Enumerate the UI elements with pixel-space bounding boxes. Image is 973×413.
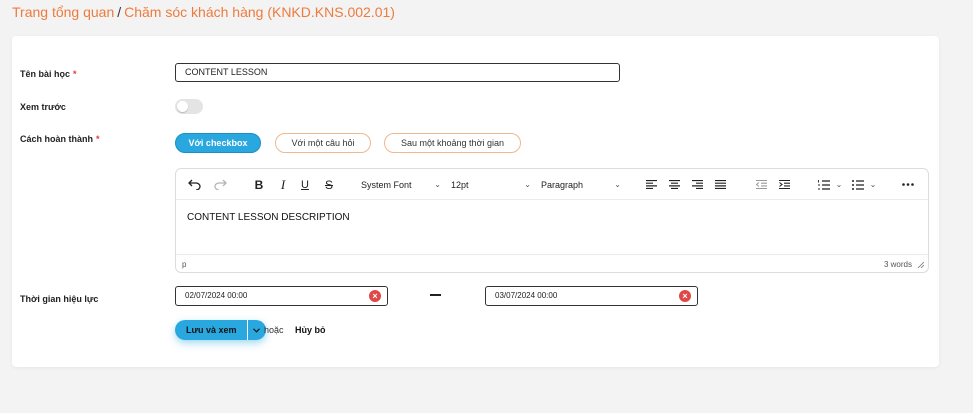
required-mark: * (96, 134, 100, 144)
breadcrumb-separator: / (117, 4, 122, 20)
resize-grip-icon[interactable] (917, 261, 924, 268)
chevron-down-icon (253, 327, 260, 333)
date-range-separator (430, 294, 441, 296)
lesson-name-input[interactable]: CONTENT LESSON (175, 63, 620, 82)
completion-option-question[interactable]: Với một câu hỏi (275, 133, 371, 153)
undo-icon[interactable] (186, 176, 202, 193)
outdent-icon[interactable] (754, 176, 768, 193)
end-date-input[interactable]: 03/07/2024 00:00 × (485, 286, 698, 306)
completion-label: Cách hoàn thành * (20, 134, 100, 144)
font-size-value: 12pt (451, 179, 469, 190)
block-format-value: Paragraph (541, 179, 584, 190)
rich-text-editor: B I U S System Font ⌄ 12pt ⌄ Paragraph ⌄ (175, 168, 929, 273)
clear-icon[interactable]: × (679, 290, 691, 302)
preview-toggle[interactable] (175, 99, 203, 114)
block-format-dropdown[interactable]: Paragraph ⌄ (541, 176, 621, 193)
font-family-dropdown[interactable]: System Font ⌄ (361, 176, 441, 193)
align-center-icon[interactable] (667, 176, 681, 193)
start-date-value: 02/07/2024 00:00 (185, 291, 248, 300)
or-text: hoặc (264, 325, 284, 335)
redo-icon[interactable] (212, 176, 228, 193)
chevron-down-icon[interactable]: ⌄ (834, 176, 844, 193)
align-right-icon[interactable] (690, 176, 704, 193)
breadcrumb-home-link[interactable]: Trang tổng quan (12, 4, 114, 20)
breadcrumb: Trang tổng quan / Chăm sóc khách hàng (KNK… (12, 4, 395, 20)
clear-icon[interactable]: × (369, 290, 381, 302)
toggle-knob (177, 101, 188, 112)
chevron-down-icon: ⌄ (614, 180, 621, 189)
end-date-value: 03/07/2024 00:00 (495, 291, 558, 300)
lesson-name-label-text: Tên bài học (20, 69, 71, 79)
indent-icon[interactable] (777, 176, 791, 193)
cancel-link[interactable]: Hủy bỏ (295, 325, 326, 335)
editor-toolbar: B I U S System Font ⌄ 12pt ⌄ Paragraph ⌄ (176, 169, 928, 200)
validity-label: Thời gian hiệu lực (20, 294, 99, 304)
font-size-dropdown[interactable]: 12pt ⌄ (451, 176, 531, 193)
completion-option-time[interactable]: Sau một khoảng thời gian (384, 133, 521, 153)
required-mark: * (73, 69, 77, 79)
completion-option-checkbox[interactable]: Với checkbox (175, 133, 261, 153)
strikethrough-icon[interactable]: S (321, 176, 337, 193)
save-options-dropdown[interactable] (246, 320, 266, 340)
bold-icon[interactable]: B (251, 176, 267, 193)
chevron-down-icon: ⌄ (524, 180, 531, 189)
numbered-list-icon[interactable] (817, 176, 831, 193)
align-justify-icon[interactable] (713, 176, 727, 193)
completion-label-text: Cách hoàn thành (20, 134, 94, 144)
chevron-down-icon: ⌄ (434, 180, 441, 189)
lesson-name-label: Tên bài học * (20, 69, 77, 79)
start-date-input[interactable]: 02/07/2024 00:00 × (175, 286, 388, 306)
preview-label: Xem trước (20, 102, 66, 112)
font-family-value: System Font (361, 179, 412, 190)
save-and-view-button[interactable]: Lưu và xem (175, 320, 247, 340)
save-button-group: Lưu và xem (175, 320, 266, 340)
align-left-icon[interactable] (644, 176, 658, 193)
word-count[interactable]: 3 words (884, 260, 912, 269)
editor-content[interactable]: CONTENT LESSON DESCRIPTION (187, 212, 350, 223)
breadcrumb-current[interactable]: Chăm sóc khách hàng (KNKD.KNS.002.01) (124, 4, 395, 20)
element-path[interactable]: p (182, 260, 186, 269)
bullet-list-icon[interactable] (851, 176, 865, 193)
chevron-down-icon[interactable]: ⌄ (868, 176, 878, 193)
italic-icon[interactable]: I (275, 176, 291, 193)
underline-icon[interactable]: U (297, 176, 313, 193)
more-icon[interactable] (900, 176, 916, 193)
editor-statusbar: p 3 words (176, 254, 928, 272)
